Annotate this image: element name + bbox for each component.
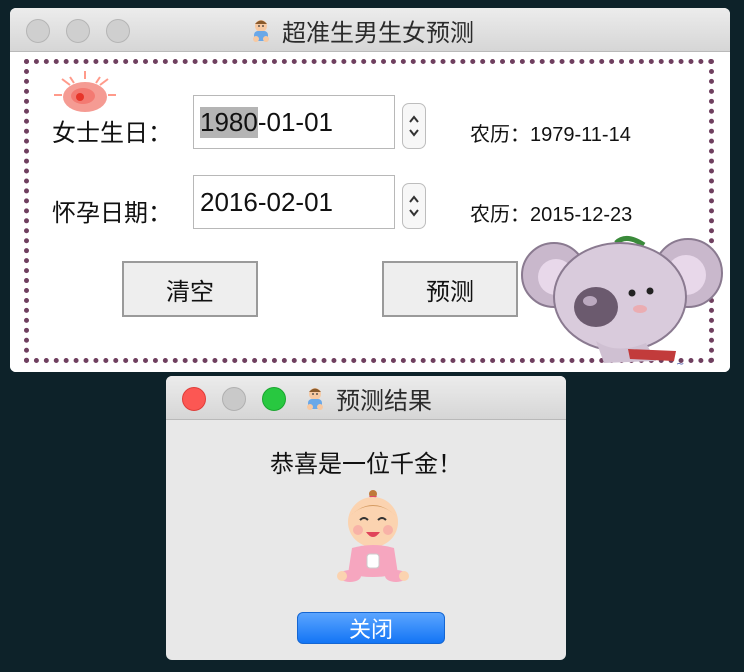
maximize-window-button[interactable] [262, 387, 286, 411]
main-title-group: 超准生男生女预测 [248, 8, 474, 52]
dialog-title: 预测结果 [336, 386, 432, 415]
clear-button[interactable]: 清空 [122, 261, 258, 317]
main-window: 超准生男生女预测 女士生日： 1980 -01-01 农历：1979-11-14… [10, 8, 730, 372]
conception-date-lunar: 农历：2015-12-23 [470, 204, 633, 226]
result-dialog: 预测结果 恭喜是一位千金！ 关闭 [166, 376, 566, 660]
stepper-arrows-icon [409, 115, 419, 137]
dialog-titlebar[interactable]: 预测结果 [166, 376, 566, 420]
predict-button[interactable]: 预测 [382, 261, 518, 317]
mother-birthday-stepper[interactable] [402, 103, 426, 149]
close-window-button[interactable] [26, 19, 50, 43]
main-titlebar[interactable]: 超准生男生女预测 [10, 8, 730, 52]
conception-date-field[interactable]: 2016-02-01 [193, 175, 395, 229]
maximize-window-button[interactable] [106, 19, 130, 43]
year-selection: 1980 [200, 106, 258, 138]
date-rest-text: -01-01 [257, 106, 333, 137]
mother-birthday-label: 女士生日： [52, 119, 172, 147]
mother-birthday-field[interactable]: 1980 -01-01 [193, 95, 395, 149]
conception-date-label: 怀孕日期： [52, 199, 172, 227]
close-button[interactable]: 关闭 [297, 612, 445, 644]
baby-icon [253, 20, 269, 42]
main-window-title: 超准生男生女预测 [282, 18, 474, 47]
main-content: 女士生日： 1980 -01-01 农历：1979-11-14 怀孕日期： 201… [10, 53, 730, 372]
minimize-window-button[interactable] [66, 19, 90, 43]
conception-date-stepper[interactable] [402, 183, 426, 229]
result-message: 恭喜是一位千金！ [270, 450, 462, 478]
svg-text:~: ~ [676, 359, 684, 370]
close-window-button[interactable] [182, 387, 206, 411]
conception-date-value: 2016-02-01 [200, 186, 333, 217]
sun-decoration-icon [54, 71, 116, 112]
stepper-arrows-icon [409, 195, 419, 217]
dialog-title-group: 预测结果 [302, 376, 432, 420]
baby-icon [307, 388, 323, 410]
koala-decoration-icon: ~ [521, 236, 723, 370]
minimize-window-button[interactable] [222, 387, 246, 411]
mother-birthday-lunar: 农历：1979-11-14 [470, 124, 631, 146]
baby-girl-icon [337, 490, 409, 582]
